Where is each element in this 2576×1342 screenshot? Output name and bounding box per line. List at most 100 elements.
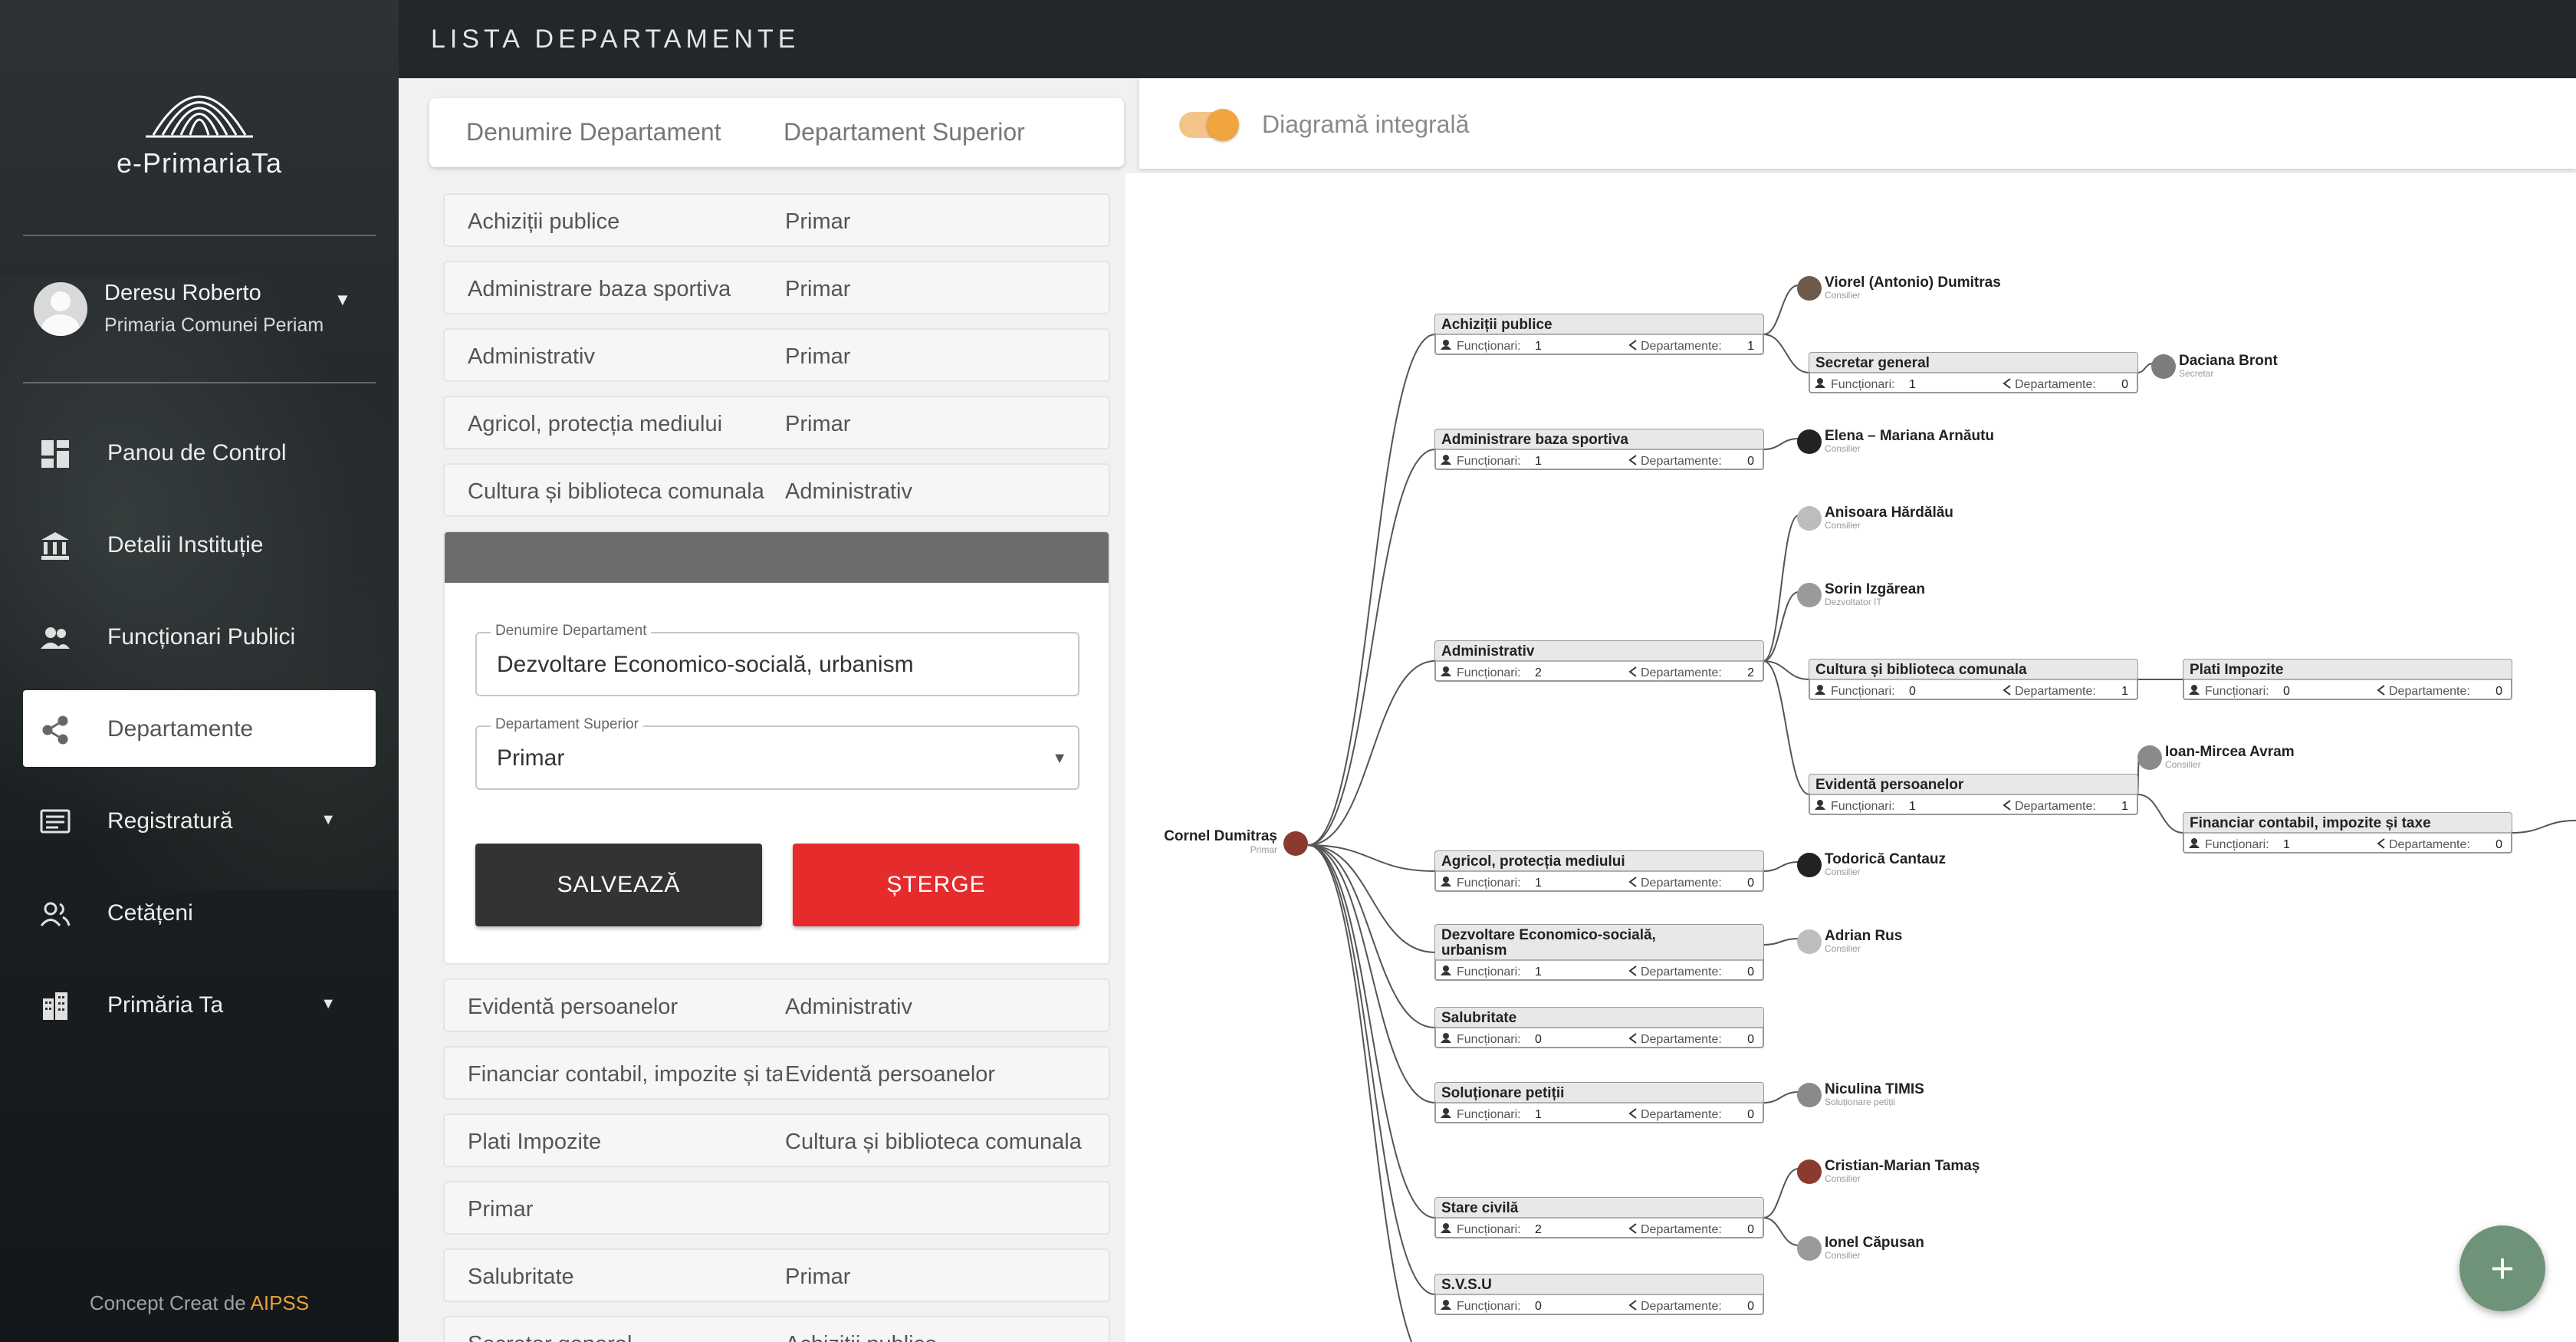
- person-node[interactable]: Todorică CantauzConsilier: [1797, 851, 1946, 877]
- functionari-count: 1: [2283, 838, 2290, 851]
- department-node[interactable]: Soluționare petiții Funcționari: 1 Departam…: [1434, 1082, 1764, 1123]
- department-node[interactable]: Cultura și biblioteca comunala Funcționar…: [1809, 659, 2138, 700]
- field-value[interactable]: Dezvoltare Economico-socială, urbanism: [497, 652, 914, 678]
- department-node[interactable]: Administrare baza sportiva Funcționari: 1 D…: [1434, 429, 1764, 470]
- person-node[interactable]: Elena – Mariana ArnăutuConsilier: [1797, 428, 1994, 454]
- sidebar-item-detalii-institutie[interactable]: Detalii Instituție: [23, 506, 376, 583]
- department-name-field[interactable]: Denumire Departament Dezvoltare Economic…: [475, 623, 1079, 696]
- list-row[interactable]: Cultura și biblioteca comunala Administra…: [443, 463, 1110, 517]
- person-node[interactable]: Adrian RusConsilier: [1797, 928, 1902, 954]
- save-button[interactable]: SALVEAZĂ: [475, 844, 762, 926]
- list-header: Denumire Departament Departament Superio…: [429, 98, 1124, 167]
- app-logo[interactable]: e-PrimariaTa: [0, 66, 399, 179]
- list-icon: [40, 807, 71, 837]
- connector: [1763, 591, 1799, 662]
- caret-down-icon[interactable]: ▼: [334, 290, 351, 310]
- sidebar-item-label: Departamente: [107, 716, 254, 742]
- departamente-label: Departamente:: [2015, 378, 2096, 391]
- person-node[interactable]: Ionel CăpusanConsilier: [1797, 1235, 1924, 1261]
- building-logo-icon: [138, 66, 261, 143]
- person-node[interactable]: Ioan-Mircea AvramConsilier: [2137, 744, 2295, 770]
- full-diagram-toggle[interactable]: [1179, 109, 1239, 141]
- department-node[interactable]: Secretar general Funcționari: 1 Departament…: [1809, 352, 2138, 393]
- functionari-label: Funcționari:: [1457, 1108, 1521, 1121]
- functionari-label: Funcționari:: [1457, 1033, 1521, 1046]
- department-node[interactable]: Achiziții publice Funcționari: 1 Departamen…: [1434, 314, 1764, 355]
- parent-department: Administrativ: [785, 995, 912, 1019]
- department-node[interactable]: Evidentă persoanelor Funcționari: 1 Departa…: [1809, 774, 2138, 815]
- departamente-label: Departamente:: [1641, 1033, 1722, 1046]
- delete-button[interactable]: ȘTERGE: [793, 844, 1079, 926]
- list-row[interactable]: Evidentă persoanelor Administrativ: [443, 979, 1110, 1032]
- person-role: Soluționare petiții: [1825, 1097, 1895, 1107]
- user-profile[interactable]: Deresu Roberto Primaria Comunei Periam ▼: [34, 279, 371, 340]
- list-row[interactable]: Plati Impozite Cultura și biblioteca comu…: [443, 1113, 1110, 1167]
- avatar: [1797, 583, 1822, 607]
- sidebar-item-registratura[interactable]: Registratură ▼: [23, 782, 376, 859]
- department-node[interactable]: Agricol, protecția mediului Funcționari: 1…: [1434, 850, 1764, 892]
- list-row[interactable]: Salubritate Primar: [443, 1248, 1110, 1302]
- root-person[interactable]: Cornel DumitrașPrimar: [1164, 828, 1308, 856]
- department-node[interactable]: Stare civilă Funcționari: 2 Departamente: 0: [1434, 1197, 1764, 1238]
- functionari-count: 2: [1535, 666, 1542, 679]
- person-node[interactable]: Niculina TIMISSoluționare petiții: [1797, 1081, 1924, 1107]
- list-row[interactable]: Administrativ Primar: [443, 328, 1110, 382]
- department-node[interactable]: Dezvoltare Economico-socială,urbanism Fun…: [1434, 924, 1764, 981]
- list-row[interactable]: Achiziții publice Primar: [443, 193, 1110, 247]
- person-role: Consilier: [1825, 1250, 1861, 1261]
- avatar: [1797, 429, 1822, 454]
- department-node[interactable]: Salubritate Funcționari: 0 Departamente: 0: [1434, 1007, 1764, 1048]
- person-node[interactable]: Daciana BrontSecretar: [2151, 353, 2278, 379]
- department-node[interactable]: Plati Impozite Funcționari: 0 Departamente:…: [2183, 659, 2512, 700]
- connector: [1307, 844, 1436, 1219]
- parent-department: Primar: [785, 412, 851, 436]
- person-node[interactable]: Anisoara HărdălăuConsilier: [1797, 505, 1953, 531]
- caret-down-icon: ▼: [320, 995, 336, 1012]
- department-title-cont: urbanism: [1441, 942, 1507, 959]
- functionari-label: Funcționari:: [1457, 666, 1521, 679]
- org-chart-canvas[interactable]: Cornel Dumitraș Primar Achiziții publice Fu…: [1125, 173, 2576, 1342]
- department-title: Dezvoltare Economico-socială,: [1441, 927, 1656, 943]
- sidebar-item-cetateni[interactable]: Cetățeni: [23, 874, 376, 951]
- department-node[interactable]: Administrativ Funcționari: 2 Departamente: 2: [1434, 640, 1764, 682]
- department-name: Administrare baza sportiva: [468, 277, 731, 301]
- person-node[interactable]: Sorin IzgăreanDezvoltator IT: [1797, 581, 1925, 607]
- sidebar-nav: Panou de Control Detalii Instituție Func…: [23, 414, 376, 1058]
- functionari-label: Funcționari:: [1457, 1300, 1521, 1313]
- person-name: Ioan-Mircea Avram: [2165, 744, 2295, 760]
- dropdown-arrow-icon[interactable]: ▼: [1052, 750, 1067, 768]
- sidebar-item-primaria-ta[interactable]: Primăria Ta ▼: [23, 966, 376, 1043]
- sidebar-item-panou-de-control[interactable]: Panou de Control: [23, 414, 376, 491]
- sidebar-item-functionari-publici[interactable]: Funcționari Publici: [23, 598, 376, 675]
- department-name: Agricol, protecția mediului: [468, 412, 723, 436]
- list-row[interactable]: Administrare baza sportiva Primar: [443, 261, 1110, 314]
- department-node[interactable]: S.V.S.U Funcționari: 0 Departamente: 0: [1434, 1274, 1764, 1315]
- department-name: Secretar general: [468, 1332, 782, 1342]
- top-bar: LISTA DEPARTAMENTE: [399, 0, 2576, 78]
- list-row[interactable]: Financiar contabil, impozite și taxe Evid…: [443, 1046, 1110, 1100]
- diagram-toolbar: Diagramă integrală: [1139, 78, 2576, 169]
- person-node[interactable]: Cristian-Marian TamașConsilier: [1797, 1158, 1980, 1184]
- citizens-icon: [40, 899, 71, 929]
- dashboard-icon: [40, 439, 71, 469]
- parent-department: Primar: [785, 1265, 851, 1289]
- add-department-button[interactable]: +: [2459, 1225, 2545, 1311]
- parent-department: Cultura și biblioteca comunala: [785, 1130, 1082, 1154]
- connector: [2137, 363, 2154, 373]
- department-title: Stare civilă: [1441, 1200, 1519, 1216]
- departamente-label: Departamente:: [1641, 1300, 1722, 1313]
- credit-link[interactable]: AIPSS: [251, 1291, 310, 1314]
- departamente-label: Departamente:: [2015, 800, 2096, 813]
- department-node[interactable]: Financiar contabil, impozite și taxe Func…: [2183, 812, 2512, 854]
- parent-department-select[interactable]: Departament Superior Primar ▼: [475, 716, 1079, 790]
- departamente-count: 1: [1747, 340, 1754, 353]
- sidebar-item-departamente[interactable]: Departamente: [23, 690, 376, 767]
- departamente-count: 0: [2121, 378, 2128, 391]
- functionari-label: Funcționari:: [1831, 800, 1895, 813]
- editor-header: [445, 532, 1109, 583]
- person-node[interactable]: Viorel (Antonio) DumitrasConsilier: [1797, 275, 2001, 301]
- departamente-count: 0: [1747, 965, 1754, 979]
- list-row[interactable]: Agricol, protecția mediului Primar: [443, 396, 1110, 449]
- list-row[interactable]: Secretar generalAchiziții publice: [443, 1316, 1110, 1342]
- list-row[interactable]: Primar: [443, 1181, 1110, 1235]
